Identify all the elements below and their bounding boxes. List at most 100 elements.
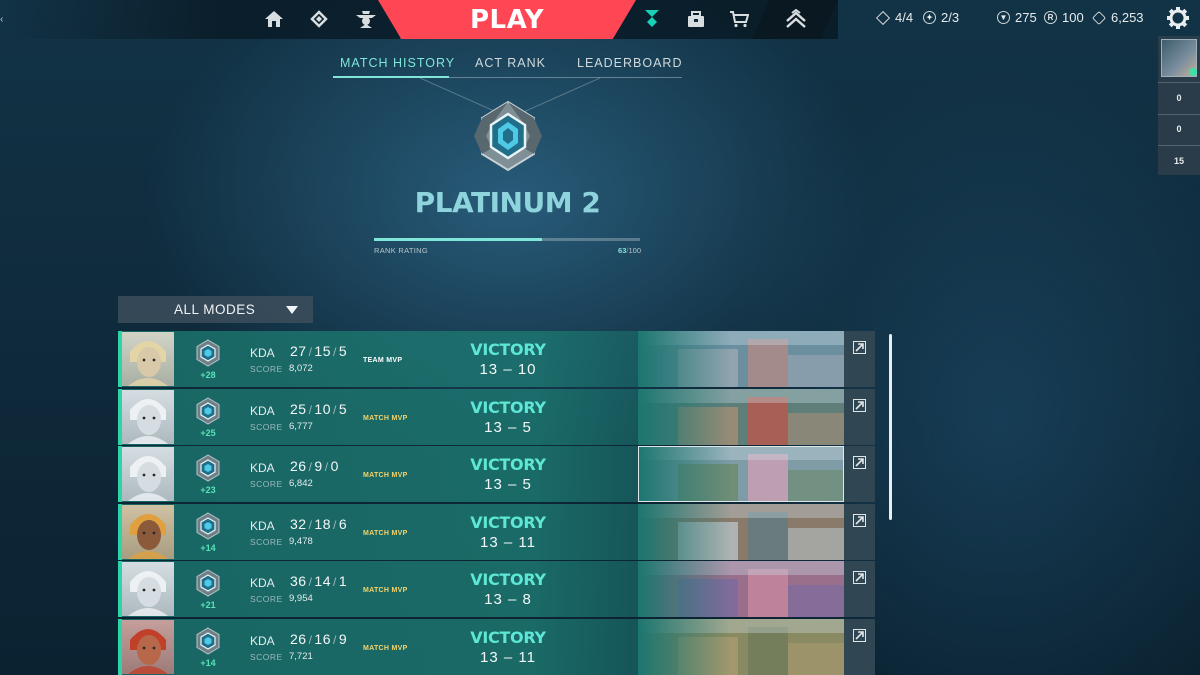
platinum-rank-icon bbox=[196, 454, 220, 482]
kda-value: 26/9/0 bbox=[290, 458, 339, 474]
kills: 26 bbox=[290, 458, 307, 474]
kda-label: KDA bbox=[250, 518, 275, 533]
rr-max: 100 bbox=[628, 246, 641, 255]
open-match-details-icon[interactable] bbox=[853, 628, 866, 642]
battlepass-icon[interactable] bbox=[637, 4, 667, 34]
score-label: SCORE bbox=[250, 594, 283, 604]
assists: 0 bbox=[330, 458, 339, 474]
match-detail-panel bbox=[844, 503, 875, 560]
kills: 27 bbox=[290, 343, 307, 359]
mvp-badge: MATCH MVP bbox=[363, 587, 408, 594]
rr-gain: +14 bbox=[200, 542, 216, 553]
scrollbar-thumb[interactable] bbox=[889, 334, 892, 520]
open-match-details-icon[interactable] bbox=[853, 571, 866, 584]
radianite-icon: R bbox=[1044, 11, 1057, 24]
platinum-rank-icon bbox=[196, 626, 220, 655]
mvp-badge: TEAM MVP bbox=[363, 357, 403, 364]
online-status-dot bbox=[1189, 68, 1197, 76]
match-detail-panel bbox=[844, 331, 875, 387]
kda-value: 26/16/9 bbox=[290, 630, 348, 647]
mode-filter-dropdown[interactable]: ALL MODES bbox=[118, 296, 313, 323]
back-glyph[interactable]: ‹ bbox=[0, 14, 3, 25]
kda-value: 25/10/5 bbox=[290, 400, 348, 417]
valorant-points: ▼ 275 bbox=[997, 10, 1037, 25]
home-icon[interactable] bbox=[259, 4, 289, 34]
kingdom-points: ✦ 2/3 bbox=[923, 10, 959, 25]
kills: 26 bbox=[290, 630, 307, 647]
map-thumbnail bbox=[638, 446, 844, 502]
sidebar-count-3: 15 bbox=[1173, 156, 1184, 166]
match-history-list: +28 KDA 27/15/5 SCORE 8,072 TEAM MVP VIC… bbox=[118, 331, 875, 675]
agent-portrait bbox=[122, 389, 174, 444]
match-result: VICTORY bbox=[470, 627, 546, 647]
agent-portrait bbox=[122, 562, 174, 616]
score-label: SCORE bbox=[250, 536, 283, 547]
chevron-down-icon bbox=[286, 306, 298, 314]
rank-rating-value: 63/100 bbox=[618, 246, 641, 255]
score-dash: – bbox=[508, 591, 518, 608]
platinum-rank-icon bbox=[196, 396, 220, 425]
play-tab[interactable]: PLAY bbox=[378, 0, 636, 39]
match-result: VICTORY bbox=[470, 570, 546, 589]
round-score: 13 – 11 bbox=[448, 649, 568, 666]
agent-portrait bbox=[122, 447, 174, 501]
match-row[interactable]: +14 KDA 32/18/6 SCORE 9,478 MATCH MVP VI… bbox=[118, 503, 875, 560]
sidebar-count-1: 0 bbox=[1176, 93, 1182, 103]
team-score: 13 bbox=[480, 533, 499, 551]
open-match-details-icon[interactable] bbox=[853, 513, 866, 527]
combat-score: 6,777 bbox=[289, 420, 313, 432]
team-score: 13 bbox=[479, 361, 499, 378]
map-thumbnail bbox=[638, 331, 844, 387]
enemy-score: 11 bbox=[518, 533, 536, 551]
mode-filter-value: ALL MODES bbox=[174, 302, 256, 317]
agents-icon[interactable] bbox=[351, 4, 381, 34]
round-score: 13 – 8 bbox=[448, 591, 568, 608]
score-label: SCORE bbox=[250, 479, 283, 489]
settings-gear-icon[interactable] bbox=[1166, 6, 1190, 30]
kills: 25 bbox=[290, 400, 307, 417]
match-row[interactable]: +14 KDA 26/16/9 SCORE 7,721 MATCH MVP VI… bbox=[118, 618, 875, 675]
open-match-details-icon[interactable] bbox=[853, 341, 866, 354]
rank-icon[interactable] bbox=[781, 4, 811, 34]
assists: 1 bbox=[338, 573, 348, 589]
round-score: 13 – 5 bbox=[448, 476, 568, 493]
round-score: 13 – 10 bbox=[448, 361, 568, 378]
open-match-details-icon[interactable] bbox=[853, 398, 866, 412]
mvp-badge: MATCH MVP bbox=[363, 472, 408, 479]
enemy-score: 8 bbox=[522, 591, 532, 608]
match-detail-panel bbox=[844, 388, 875, 445]
deaths: 14 bbox=[314, 573, 331, 589]
match-row[interactable]: +21 KDA 36/14/1 SCORE 9,954 MATCH MVP VI… bbox=[118, 561, 875, 617]
match-row[interactable]: +25 KDA 25/10/5 SCORE 6,777 MATCH MVP VI… bbox=[118, 388, 875, 445]
vp-value: 275 bbox=[1015, 10, 1037, 25]
match-row[interactable]: +28 KDA 27/15/5 SCORE 8,072 TEAM MVP VIC… bbox=[118, 331, 875, 387]
open-match-details-icon[interactable] bbox=[853, 456, 866, 469]
mvp-badge: MATCH MVP bbox=[363, 414, 408, 422]
team-score: 13 bbox=[484, 591, 503, 608]
career-icon[interactable] bbox=[304, 4, 334, 34]
match-row[interactable]: +23 KDA 26/9/0 SCORE 6,842 MATCH MVP VIC… bbox=[118, 446, 875, 502]
combat-score: 6,842 bbox=[289, 478, 313, 489]
deaths: 18 bbox=[314, 515, 331, 532]
radianite-value: 100 bbox=[1062, 10, 1084, 25]
map-thumbnail bbox=[638, 503, 844, 560]
round-score: 13 – 11 bbox=[448, 534, 568, 551]
sidebar-divider bbox=[1158, 82, 1200, 83]
agent-portrait bbox=[122, 332, 174, 386]
sidebar-count-2: 0 bbox=[1176, 124, 1182, 134]
score-dash: – bbox=[503, 648, 514, 666]
sidebar-divider bbox=[1158, 114, 1200, 115]
team-score: 13 bbox=[484, 418, 503, 436]
store-icon[interactable] bbox=[724, 4, 754, 34]
rr-gain: +23 bbox=[200, 485, 216, 495]
match-detail-panel bbox=[844, 561, 875, 617]
mvp-badge: MATCH MVP bbox=[363, 644, 408, 652]
assists: 6 bbox=[338, 515, 348, 532]
combat-score: 9,478 bbox=[289, 535, 313, 547]
deaths: 9 bbox=[314, 458, 323, 474]
match-result: VICTORY bbox=[470, 455, 546, 474]
rr-gain: +21 bbox=[200, 600, 216, 610]
collection-icon[interactable] bbox=[681, 4, 711, 34]
combat-score: 9,954 bbox=[289, 593, 313, 604]
platinum-rank-icon bbox=[196, 511, 220, 540]
